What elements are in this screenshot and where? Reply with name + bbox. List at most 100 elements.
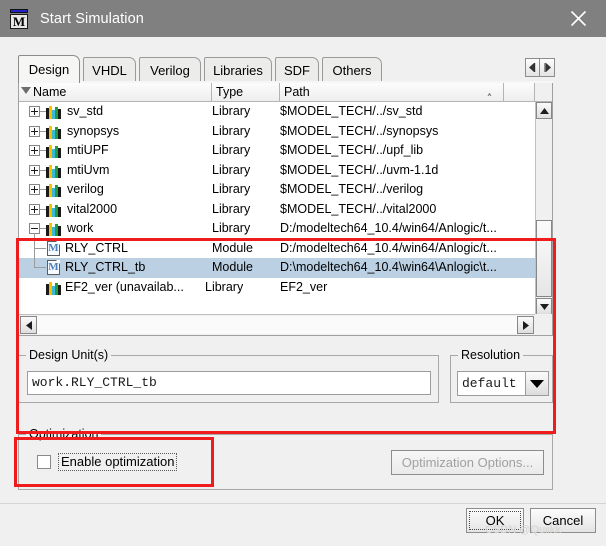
library-icon — [46, 222, 61, 236]
tab-scroll-buttons — [525, 58, 555, 77]
tab-verilog-label: Verilog — [150, 62, 190, 78]
row-name-label: vital2000 — [67, 201, 118, 216]
row-type-cell: Library — [212, 201, 251, 216]
column-header-name-label: Name — [33, 85, 67, 99]
optimization-options-label: Optimization Options... — [401, 455, 534, 470]
tab-verilog[interactable]: Verilog — [139, 57, 201, 82]
tab-sdf[interactable]: SDF — [275, 57, 319, 82]
tree-horizontal-scrollbar[interactable] — [19, 314, 535, 335]
row-type-cell: Module — [212, 240, 253, 255]
expander-icon[interactable] — [29, 125, 40, 137]
row-name-label: EF2_ver (unavailab... — [65, 279, 184, 294]
design-units-input[interactable]: work.RLY_CTRL_tb — [27, 371, 431, 395]
table-row[interactable]: mtiUPF Library $MODEL_TECH/../upf_lib — [19, 141, 535, 161]
row-name-cell: mtiUvm — [19, 161, 212, 181]
table-row[interactable]: sv_std Library $MODEL_TECH/../sv_std — [19, 102, 535, 122]
row-path-cell: D:/modeltech64_10.4/win64/Anlogic/t... — [280, 221, 497, 235]
vertical-scroll-thumb[interactable] — [536, 220, 552, 297]
scroll-left-icon[interactable] — [20, 316, 37, 334]
table-row[interactable]: mtiUvm Library $MODEL_TECH/../uvm-1.1d — [19, 161, 535, 181]
table-row[interactable]: M RLY_CTRL Module D:/modeltech64_10.4/wi… — [19, 238, 535, 258]
expander-icon[interactable] — [29, 164, 40, 176]
tab-sdf-label: SDF — [284, 62, 310, 78]
close-icon[interactable] — [550, 0, 606, 37]
optimization-legend: Optimization — [26, 427, 102, 441]
scroll-right-icon[interactable] — [517, 316, 534, 334]
table-row[interactable]: vital2000 Library $MODEL_TECH/../vital20… — [19, 200, 535, 220]
row-name-cell: M RLY_CTRL_tb — [19, 258, 212, 278]
row-type-cell: Module — [212, 260, 253, 274]
table-row-selected[interactable]: M RLY_CTRL_tb Module D:\modeltech64_10.4… — [19, 258, 535, 278]
row-path-cell: $MODEL_TECH/../upf_lib — [280, 143, 424, 157]
tree-rows: sv_std Library $MODEL_TECH/../sv_std syn… — [19, 102, 535, 315]
watermark: CSDN @Quiikk — [485, 524, 561, 536]
design-units-group: Design Unit(s) work.RLY_CTRL_tb — [18, 348, 439, 403]
sort-desc-icon — [21, 87, 31, 94]
row-path-cell: D:\modeltech64_10.4\win64\Anlogic\t... — [280, 260, 497, 274]
module-icon: M — [47, 240, 60, 256]
optimization-options-button[interactable]: Optimization Options... — [391, 450, 544, 475]
row-name-cell: M RLY_CTRL — [19, 238, 212, 258]
tab-vhdl[interactable]: VHDL — [83, 57, 136, 82]
resolution-group: Resolution default — [450, 348, 553, 403]
footer-divider — [0, 503, 606, 504]
row-name-cell: EF2_ver (unavailab... — [19, 278, 212, 298]
row-name-cell: synopsys — [19, 122, 212, 142]
tree-line — [34, 247, 46, 249]
scrollbar-corner — [535, 314, 552, 335]
resolution-value: default — [462, 376, 517, 391]
tab-scroll-right-icon[interactable] — [540, 58, 555, 77]
resolution-legend: Resolution — [458, 348, 524, 362]
tab-others[interactable]: Others — [322, 57, 382, 82]
table-row[interactable]: verilog Library $MODEL_TECH/../verilog — [19, 180, 535, 200]
enable-optimization-checkbox-row[interactable]: Enable optimization — [37, 453, 178, 471]
row-name-label: work — [67, 221, 94, 235]
tab-libraries[interactable]: Libraries — [204, 57, 272, 82]
column-header-type[interactable]: Type — [212, 83, 280, 101]
row-type-cell: Library — [205, 279, 244, 294]
scroll-down-icon[interactable] — [536, 298, 552, 315]
row-name-cell: mtiUPF — [19, 141, 212, 161]
column-header-spacer — [504, 83, 535, 101]
row-type-cell: Library — [212, 221, 251, 235]
row-name-label: verilog — [67, 182, 104, 196]
table-row[interactable]: synopsys Library $MODEL_TECH/../synopsys — [19, 122, 535, 142]
row-name-cell: work — [19, 219, 212, 239]
row-name-cell: sv_std — [19, 102, 212, 122]
row-name-label: RLY_CTRL — [65, 240, 128, 255]
resolution-select[interactable]: default — [457, 371, 549, 396]
library-icon — [46, 203, 61, 217]
column-header-name[interactable]: Name — [19, 83, 212, 101]
row-name-label: sv_std — [67, 104, 104, 118]
expander-icon[interactable] — [29, 184, 40, 195]
tree-column-headers: Name Type Path — [19, 83, 552, 102]
sort-asc-icon — [485, 88, 494, 96]
tab-scroll-left-icon[interactable] — [525, 58, 540, 77]
library-icon — [46, 164, 61, 178]
row-type-cell: Library — [212, 104, 251, 118]
row-name-label: mtiUPF — [67, 143, 109, 157]
tab-vhdl-label: VHDL — [92, 62, 127, 78]
optimization-group: Optimization Enable optimization Optimiz… — [18, 427, 553, 490]
horizontal-scroll-track[interactable] — [36, 316, 518, 334]
expander-icon[interactable] — [29, 203, 40, 215]
expander-icon[interactable] — [29, 106, 40, 117]
tree-vertical-scrollbar[interactable] — [535, 102, 552, 315]
scroll-up-icon[interactable] — [536, 102, 552, 119]
tab-design[interactable]: Design — [18, 55, 80, 83]
tab-design-label: Design — [28, 62, 70, 77]
library-icon — [46, 125, 61, 139]
column-header-path[interactable]: Path — [280, 83, 504, 101]
title-bar: M Start Simulation — [0, 0, 606, 37]
row-name-label: RLY_CTRL_tb — [65, 260, 146, 274]
row-path-cell: $MODEL_TECH/../uvm-1.1d — [280, 162, 439, 177]
tab-underline — [18, 81, 553, 83]
row-path-cell: $MODEL_TECH/../sv_std — [280, 104, 423, 118]
enable-optimization-checkbox[interactable] — [37, 455, 51, 469]
chevron-down-icon[interactable] — [525, 372, 548, 395]
start-simulation-dialog: M Start Simulation Design VHDL Verilog L… — [0, 0, 606, 546]
table-row[interactable]: EF2_ver (unavailab... Library EF2_ver — [19, 278, 535, 298]
expander-icon[interactable] — [29, 145, 40, 156]
table-row[interactable]: work Library D:/modeltech64_10.4/win64/A… — [19, 219, 535, 239]
modelsim-m-icon: M — [9, 8, 29, 29]
